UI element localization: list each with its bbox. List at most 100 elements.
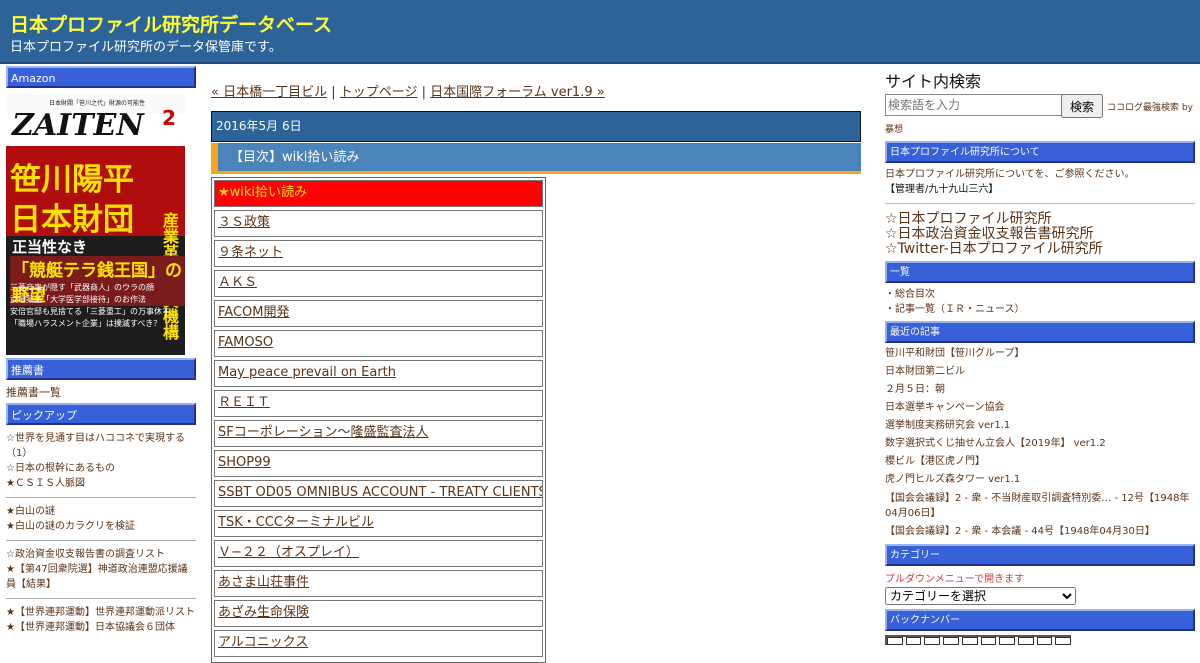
about-link[interactable]: 日本プロファイル研究所についてを、ご参照ください。 (885, 167, 1195, 182)
index-row: ＡＫＳ (214, 270, 543, 297)
book-sub-1: 正当性なき (12, 238, 88, 256)
recent-post-link[interactable]: ２月５日：朝 (885, 381, 1195, 399)
search-button[interactable]: 検索 (1061, 94, 1103, 118)
pickup-heading: ピックアップ (6, 403, 196, 425)
book-issue: 2 (162, 106, 176, 130)
index-link[interactable]: ＲＥＩＴ (218, 395, 270, 410)
recent-post-link[interactable]: 笹川平和財団【笹川グループ】 (885, 345, 1195, 363)
index-link[interactable]: ３Ｓ政策 (218, 215, 270, 230)
post-title[interactable]: 【目次】wiki拾い読み (211, 143, 861, 174)
book-cover-image[interactable]: 日本財閥「笹川之代」財源の可能性 ZAITEN 2 笹川陽平 日本財団 産業革新… (6, 94, 185, 355)
search-form: 検索 ココログ最強検索 by (885, 94, 1195, 118)
index-row: SFコーポレーション〜隆盛監査法人 (214, 420, 543, 447)
book-headline-1: 笹川陽平 (10, 162, 134, 198)
pickup-link[interactable]: ★【世界連邦運動】世界連邦運動派リスト (6, 605, 196, 620)
divider (6, 598, 196, 599)
dropdown-note: プルダウンメニューで開きます (885, 574, 1025, 585)
pickup-link[interactable]: ☆政治資金収支報告書の調査リスト (6, 547, 196, 562)
prev-post-link[interactable]: « 日本橋一丁目ビル (211, 85, 327, 100)
index-table: ★wiki拾い読み ３Ｓ政策 ９条ネット ＡＫＳ FACOM開発 FAMOSO … (211, 177, 546, 663)
index-row: Ｖ−２２（オスプレイ） (214, 540, 543, 567)
site-header: 日本プロファイル研究所データベース 日本プロファイル研究所のデータ保管庫です。 (0, 0, 1200, 64)
recent-post-link[interactable]: 【国会会議録】2 - 衆 - 本会議 - 44号【1948年04月30日】 (885, 523, 1195, 541)
index-link[interactable]: FAMOSO (218, 335, 273, 350)
calendar-cell[interactable] (943, 637, 959, 645)
index-list-link[interactable]: ・総合目次 (885, 287, 1195, 302)
site-title[interactable]: 日本プロファイル研究所データベース (10, 10, 332, 37)
index-link[interactable]: ９条ネット (218, 245, 283, 260)
index-list: ・総合目次 ・記事一覧（ＩＲ・ニュース） (885, 287, 1195, 317)
index-link[interactable]: FACOM開発 (218, 305, 289, 320)
featured-link[interactable]: ☆日本プロファイル研究所 (885, 212, 1195, 227)
index-row: アルコニックス (214, 630, 543, 657)
index-row: TSK・CCCターミナルビル (214, 510, 543, 537)
featured-link[interactable]: ☆日本政治資金収支報告書研究所 (885, 227, 1195, 242)
backnumber-heading: バックナンバー (885, 609, 1195, 631)
category-select[interactable]: カテゴリーを選択 (885, 587, 1076, 605)
calendar-cell[interactable] (1017, 637, 1034, 645)
index-row: あざみ生命保険 (214, 600, 543, 627)
pickup-link[interactable]: ☆日本の根幹にあるもの (6, 461, 196, 476)
book-headline-2: 日本財団 (10, 202, 134, 238)
pickup-link[interactable]: ★【世界連邦運動】日本協議会６団体 (6, 620, 196, 635)
pickup-link[interactable]: ★白山の謎 (6, 504, 196, 519)
nav-separator: | (327, 85, 340, 100)
index-row: あさま山荘事件 (214, 570, 543, 597)
recent-post-link[interactable]: 【国会会議録】2 - 衆 - 不当財産取引調査特別委… - 12号【1948年0… (885, 491, 1195, 521)
recent-post-link[interactable]: 虎ノ門ヒルズ森タワー ver1.1 (885, 471, 1195, 489)
recommend-link[interactable]: 推薦書一覧 (6, 385, 196, 400)
calendar-cell[interactable] (887, 637, 903, 645)
book-line: 安倍官邸も見捨てる「三菱重工」の万事休す (10, 307, 170, 316)
calendar-cell[interactable] (961, 637, 978, 645)
recent-post-link[interactable]: 数字選択式くじ抽せん立会人【2019年】 ver1.2 (885, 435, 1195, 453)
index-link[interactable]: SFコーポレーション〜隆盛監査法人 (218, 425, 428, 440)
recent-post-link[interactable]: 櫻ビル【港区虎ノ門】 (885, 453, 1195, 471)
recent-post-link[interactable]: 日本選挙キャンペーン協会 (885, 399, 1195, 417)
pickup-link[interactable]: ★ＣＳＩＳ人脈図 (6, 476, 196, 491)
index-row: FAMOSO (214, 330, 543, 357)
index-row: FACOM開発 (214, 300, 543, 327)
index-link[interactable]: Ｖ−２２（オスプレイ） (218, 545, 359, 560)
calendar-cell[interactable] (980, 637, 997, 645)
index-link[interactable]: TSK・CCCターミナルビル (218, 515, 374, 530)
book-line: 「職場ハラスメント企業」は撲滅すべき？ (10, 319, 162, 328)
about-text: 日本プロファイル研究所についてを、ご参照ください。 【管理者/九十九山三六】 (885, 167, 1195, 197)
pickup-link[interactable]: ★白山の謎のカラクリを検証 (6, 519, 196, 534)
pickup-link[interactable]: ☆世界を見通す目はハココネで実現する（1） (6, 431, 196, 461)
index-list-link[interactable]: ・記事一覧（ＩＲ・ニュース） (885, 302, 1195, 317)
index-row: SHOP99 (214, 450, 543, 477)
backnumber-calendar (885, 635, 1072, 645)
calendar-cell[interactable] (1055, 637, 1072, 645)
pickup-list: ☆世界を見通す目はハココネで実現する（1） ☆日本の根幹にあるもの ★ＣＳＩＳ人… (6, 431, 196, 635)
index-link[interactable]: アルコニックス (218, 635, 308, 650)
calendar-cell[interactable] (905, 637, 922, 645)
index-link[interactable]: May peace prevail on Earth (218, 365, 396, 380)
index-link[interactable]: あざみ生命保険 (218, 605, 309, 620)
calendar-cell[interactable] (924, 637, 941, 645)
admin-text: 【管理者/九十九山三六】 (885, 184, 999, 195)
search-input[interactable] (885, 94, 1066, 116)
featured-links: ☆日本プロファイル研究所 ☆日本政治資金収支報告書研究所 ☆Twitter-日本… (885, 212, 1195, 257)
divider (885, 203, 1195, 204)
calendar-cell[interactable] (999, 637, 1015, 645)
site-description: 日本プロファイル研究所のデータ保管庫です。 (10, 40, 282, 55)
book-lines: 三菱商事が隠す「武器商人」のウラの顔 武田薬品「大学医学部接待」のお作法 安倍官… (10, 282, 170, 330)
nav-separator: | (417, 85, 431, 100)
calendar-cell[interactable] (1036, 637, 1053, 645)
featured-link[interactable]: ☆Twitter-日本プロファイル研究所 (885, 242, 1195, 257)
search-credit-2[interactable]: 暴想 (885, 122, 1195, 135)
index-link[interactable]: あさま山荘事件 (218, 575, 309, 590)
recent-post-link[interactable]: 選挙制度実務研究会 ver1.1 (885, 417, 1195, 435)
index-link[interactable]: SSBT OD05 OMNIBUS ACCOUNT - TREATY CLIEN… (218, 485, 542, 500)
index-row-highlight: ★wiki拾い読み (214, 180, 543, 207)
right-sidebar: サイト内検索 検索 ココログ最強検索 by 暴想 日本プロファイル研究所について… (885, 66, 1195, 645)
recent-post-link[interactable]: 日本財団第二ビル (885, 363, 1195, 381)
top-page-link[interactable]: トップページ (340, 85, 418, 100)
left-sidebar: Amazon 日本財閥「笹川之代」財源の可能性 ZAITEN 2 笹川陽平 日本… (6, 66, 196, 635)
search-credit[interactable]: ココログ最強検索 by (1107, 100, 1193, 113)
index-link[interactable]: SHOP99 (218, 455, 271, 470)
pickup-link[interactable]: ★【第47回衆院選】神道政治連盟応援議員【結果】 (6, 562, 196, 592)
book-line: 三菱商事が隠す「武器商人」のウラの顔 (10, 283, 154, 292)
next-post-link[interactable]: 日本国際フォーラム ver1.9 » (430, 85, 605, 100)
index-link[interactable]: ＡＫＳ (218, 275, 257, 290)
